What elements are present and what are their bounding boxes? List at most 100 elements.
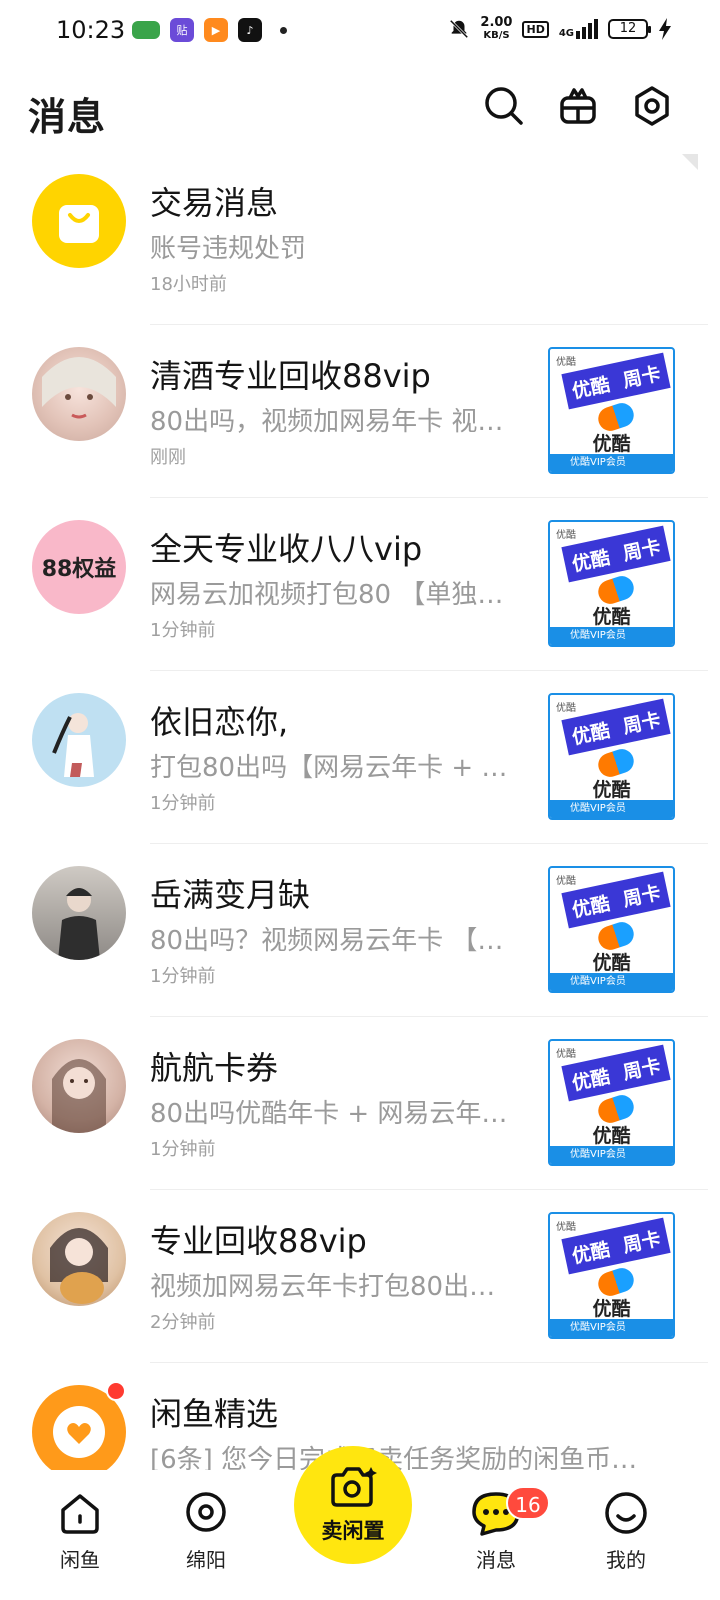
message-list: 交易消息 账号违规处罚 18小时前 清酒专业回收88vip 80出吗，视频加网易… bbox=[0, 152, 720, 1536]
message-time: 1分钟前 bbox=[150, 966, 216, 987]
conversation-name: 闲鱼精选 bbox=[150, 1395, 279, 1433]
avatar bbox=[32, 866, 126, 960]
camera-icon bbox=[331, 1467, 377, 1507]
net-speed-unit: KB/S bbox=[483, 30, 510, 41]
list-item[interactable]: 88权益 全天专业收八八vip 网易云加视频打包80 【单独网易云年卡】 1分钟… bbox=[0, 498, 720, 671]
product-thumbnail[interactable]: 优酷 优酷 周卡 优酷 优酷VIP会员 bbox=[548, 347, 675, 474]
conversation-name: 依旧恋你, bbox=[150, 703, 289, 741]
tab-nearby[interactable]: 绵阳 bbox=[156, 1490, 256, 1573]
gift-icon bbox=[560, 88, 596, 124]
thumbnail-brand: 优酷 bbox=[592, 1298, 631, 1320]
message-time: 1分钟前 bbox=[150, 1139, 216, 1160]
avatar bbox=[32, 347, 126, 441]
thumbnail-bottom-text: 优酷VIP会员 bbox=[550, 1146, 673, 1164]
thumbnail-bottom-text: 优酷VIP会员 bbox=[550, 1319, 673, 1337]
tab-label: 绵阳 bbox=[186, 1548, 226, 1572]
search-button[interactable] bbox=[482, 84, 526, 128]
message-time: 18小时前 bbox=[150, 274, 227, 295]
gift-button[interactable] bbox=[556, 84, 600, 128]
thumbnail-label-a: 优酷 bbox=[569, 373, 612, 403]
list-item[interactable]: 岳满变月缺 80出吗？视频网易云年卡 【网易云年卡】 1分钟前 优酷 优酷周卡 … bbox=[0, 844, 720, 1017]
avatar bbox=[32, 174, 126, 268]
sell-button[interactable]: 卖闲置 bbox=[294, 1446, 412, 1564]
tab-label: 闲鱼 bbox=[60, 1548, 100, 1572]
sell-label: 卖闲置 bbox=[321, 1519, 385, 1543]
thumbnail-brand: 优酷 bbox=[592, 1125, 631, 1147]
thumbnail-label: 优酷 周卡 bbox=[561, 871, 671, 929]
message-time: 1分钟前 bbox=[150, 793, 216, 814]
home-icon bbox=[61, 1494, 99, 1534]
user-photo bbox=[52, 1059, 106, 1133]
conversation-name: 交易消息 bbox=[150, 184, 279, 222]
thumbnail-top-text: 优酷 bbox=[556, 1049, 576, 1060]
list-item[interactable]: 清酒专业回收88vip 80出吗，视频加网易年卡 视频加网易年卡 刚刚 优酷 优… bbox=[0, 325, 720, 498]
tab-messages[interactable]: 消息 16 bbox=[446, 1486, 550, 1573]
thumbnail-top-text: 优酷 bbox=[556, 703, 576, 714]
tab-label: 消息 bbox=[476, 1548, 516, 1572]
thumbnail-top-text: 优酷 bbox=[556, 876, 576, 887]
hd-indicator: HD bbox=[522, 20, 549, 38]
user-photo bbox=[52, 713, 94, 777]
message-time: 刚刚 bbox=[150, 447, 186, 468]
message-time: 2分钟前 bbox=[150, 1312, 216, 1333]
user-photo bbox=[58, 888, 100, 960]
thumbnail-label-a: 优酷 bbox=[569, 892, 612, 922]
conversation-name: 全天专业收八八vip bbox=[150, 530, 423, 568]
message-preview: 网易云加视频打包80 【单独网易云年卡】 bbox=[150, 580, 520, 610]
thumbnail-bottom-text: 优酷VIP会员 bbox=[550, 454, 673, 472]
thumbnail-bottom-text: 优酷VIP会员 bbox=[550, 973, 673, 991]
tab-label: 我的 bbox=[606, 1548, 646, 1572]
thumbnail-brand: 优酷 bbox=[592, 433, 631, 455]
settings-button[interactable] bbox=[630, 84, 674, 128]
notification-icons: 贴 ▶ ♪ bbox=[132, 18, 287, 42]
thumbnail-brand: 优酷 bbox=[592, 779, 631, 801]
conversation-name: 专业回收88vip bbox=[150, 1222, 367, 1260]
product-thumbnail[interactable]: 优酷 优酷 周卡 优酷 优酷VIP会员 bbox=[548, 866, 675, 993]
list-item[interactable]: 交易消息 账号违规处罚 18小时前 bbox=[0, 152, 720, 325]
conversation-name: 清酒专业回收88vip bbox=[150, 357, 431, 395]
list-item[interactable]: 依旧恋你, 打包80出吗【网易云年卡 + 优酷年卡】 1分钟前 优酷 优酷周卡 … bbox=[0, 671, 720, 844]
product-thumbnail[interactable]: 优酷 优酷 周卡 优酷 优酷VIP会员 bbox=[548, 693, 675, 820]
thumbnail-label-b: 周卡 bbox=[620, 1054, 663, 1084]
status-bar: 10:23 贴 ▶ ♪ 2.00 KB/S HD 4G 12 bbox=[0, 0, 720, 64]
thumbnail-bottom-text: 优酷VIP会员 bbox=[550, 800, 673, 818]
tiktok-icon: ♪ bbox=[238, 18, 262, 42]
tab-me[interactable]: 我的 bbox=[576, 1490, 676, 1573]
header: 消息 bbox=[0, 80, 720, 140]
mute-bell-icon bbox=[450, 19, 469, 39]
list-item[interactable]: 专业回收88vip 视频加网易云年卡打包80出吗可以吗 2分钟前 优酷 优酷周卡… bbox=[0, 1190, 720, 1363]
thumbnail-label: 优酷 周卡 bbox=[561, 525, 671, 583]
status-time: 10:23 bbox=[56, 16, 126, 44]
tab-bar: 闲鱼 绵阳 卖闲置 消息 16 我的 bbox=[0, 1446, 720, 1600]
net-speed: 2.00 KB/S bbox=[480, 16, 512, 42]
corner-mark bbox=[682, 154, 698, 170]
thumbnail-label-a: 优酷 bbox=[569, 546, 612, 576]
avatar: 88权益 bbox=[32, 520, 126, 614]
net-speed-value: 2.00 bbox=[480, 15, 513, 30]
thumbnail-top-text: 优酷 bbox=[556, 1222, 576, 1233]
system-status: 2.00 KB/S HD 4G 12 bbox=[448, 16, 672, 42]
product-thumbnail[interactable]: 优酷 优酷 周卡 优酷 优酷VIP会员 bbox=[548, 520, 675, 647]
message-preview: 打包80出吗【网易云年卡 + 优酷年卡】 bbox=[150, 753, 520, 783]
battery-icon: 12 bbox=[608, 19, 651, 39]
thumbnail-label-b: 周卡 bbox=[620, 708, 663, 738]
product-thumbnail[interactable]: 优酷 优酷 周卡 优酷 优酷VIP会员 bbox=[548, 1039, 675, 1166]
unread-count-badge: 16 bbox=[506, 1486, 550, 1520]
product-thumbnail[interactable]: 优酷 优酷 周卡 优酷 优酷VIP会员 bbox=[548, 1212, 675, 1339]
tab-home[interactable]: 闲鱼 bbox=[30, 1490, 130, 1573]
message-preview: 80出吗？视频网易云年卡 【网易云年卡】 bbox=[150, 926, 520, 956]
location-icon bbox=[186, 1492, 226, 1532]
video-app-icon: ▶ bbox=[204, 18, 228, 42]
thumbnail-label-b: 周卡 bbox=[620, 881, 663, 911]
message-preview: 账号违规处罚 bbox=[150, 234, 307, 264]
avatar bbox=[32, 1039, 126, 1133]
page-title: 消息 bbox=[28, 95, 107, 139]
list-item[interactable]: 航航卡券 80出吗优酷年卡 + 网易云年卡打包出 1分钟前 优酷 优酷周卡 优酷… bbox=[0, 1017, 720, 1190]
thumbnail-bottom-text: 优酷VIP会员 bbox=[550, 627, 673, 645]
charging-icon bbox=[659, 18, 671, 40]
network-type: 4G bbox=[558, 28, 574, 39]
app-notification-icon bbox=[132, 21, 160, 39]
thumbnail-label-a: 优酷 bbox=[569, 1065, 612, 1095]
avatar-text: 88权益 bbox=[41, 557, 117, 582]
gear-icon bbox=[635, 86, 669, 126]
